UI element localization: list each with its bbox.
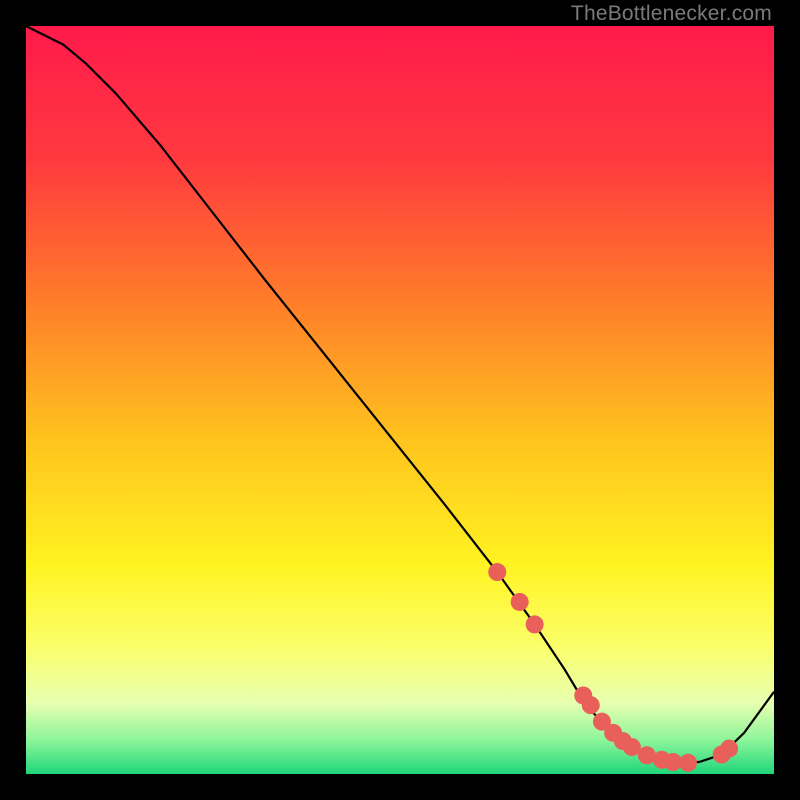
marker-dot bbox=[679, 754, 697, 772]
marker-dot bbox=[488, 563, 506, 581]
marker-dot bbox=[720, 740, 738, 758]
watermark-text: TheBottlenecker.com bbox=[571, 2, 772, 26]
chart-svg bbox=[26, 26, 774, 774]
gradient-background bbox=[26, 26, 774, 774]
chart-frame: TheBottlenecker.com bbox=[0, 0, 800, 800]
marker-dot bbox=[582, 696, 600, 714]
marker-dot bbox=[511, 593, 529, 611]
marker-dot bbox=[526, 615, 544, 633]
plot-area bbox=[26, 26, 774, 774]
